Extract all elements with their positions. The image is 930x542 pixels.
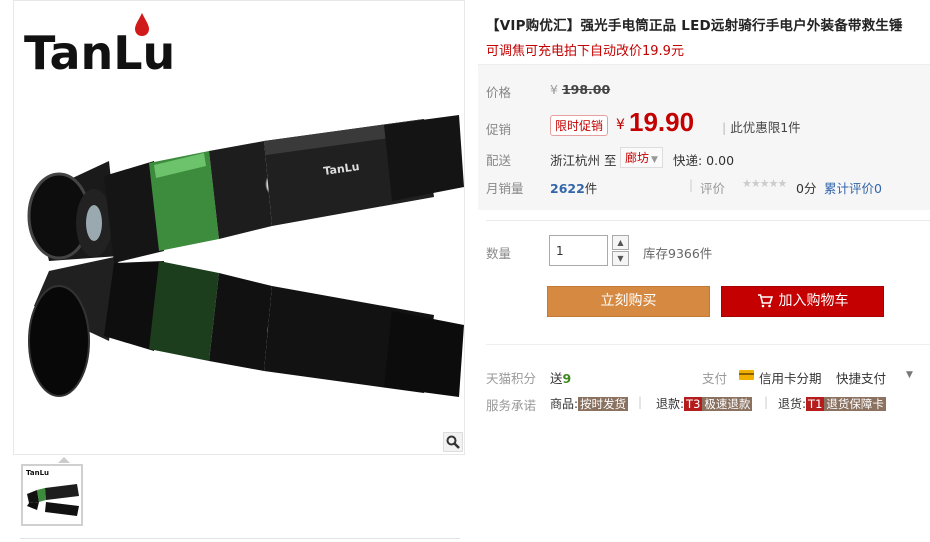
promo-price: 19.90 [629, 107, 695, 137]
destination-value: 廊坊 [625, 151, 650, 165]
buy-now-button[interactable]: 立刻购买 [547, 286, 710, 317]
points-value: 送9 [550, 368, 571, 387]
credit-installment-link[interactable]: 信用卡分期 [759, 368, 822, 387]
rating-count-label: 累计评价 [824, 181, 875, 196]
currency-symbol: ¥ [550, 82, 558, 97]
add-to-cart-button[interactable]: 加入购物车 [721, 286, 884, 317]
thumbnail-1[interactable]: TanLu [21, 464, 83, 526]
rating-stars: ★★★★★ [742, 177, 787, 190]
promo-limit-text: 此优惠限1件 [730, 120, 801, 135]
product-gallery: TanLu TanLu [13, 0, 465, 455]
product-info-panel: 【VIP购优汇】强光手电筒正品 LED远射骑行手电户外装备带救生锤 可调焦可充电… [478, 0, 930, 542]
monthly-sales: 2622件 [550, 178, 597, 197]
points-number: 9 [562, 371, 572, 386]
service-separator: | [638, 395, 643, 409]
chevron-down-icon: ▼ [651, 155, 658, 165]
service-code: T3 [684, 397, 703, 411]
product-subtitle: 可调焦可充电拍下自动改价19.9元 [486, 44, 684, 59]
add-to-cart-label: 加入购物车 [778, 293, 849, 309]
original-price-value: 198.00 [561, 82, 611, 97]
quantity-decrement-button[interactable]: ▼ [612, 251, 629, 266]
quick-pay-link[interactable]: 快捷支付 [836, 368, 886, 387]
payment-label: 支付 [702, 371, 728, 386]
ship-to-word: 至 [604, 153, 617, 168]
service-code: T1 [806, 397, 825, 411]
flame-icon [135, 13, 149, 36]
promo-badge: 限时促销 [550, 115, 609, 136]
destination-select[interactable]: 廊坊 ▼ [620, 147, 663, 168]
promo-currency-symbol: ¥ [616, 117, 625, 133]
quantity-input[interactable] [549, 235, 608, 266]
rating-value: 0分 [796, 181, 817, 196]
service-label: 服务承诺 [486, 398, 537, 413]
original-price: ¥198.00 [550, 82, 610, 97]
service-item-prefix: 退款: [656, 397, 685, 411]
ship-from: 浙江杭州 至 [550, 150, 617, 169]
payment-expand-icon[interactable]: ▼ [906, 370, 913, 380]
cart-icon [757, 294, 773, 308]
shipping-fee: 快递: 0.00 [673, 153, 735, 168]
stock-count: 库存9366件 [643, 246, 713, 261]
ship-from-city: 浙江杭州 [550, 153, 601, 168]
service-tag[interactable]: 极速退款 [702, 397, 753, 411]
rating-separator: | [689, 178, 694, 192]
sales-unit: 件 [584, 181, 598, 196]
credit-card-icon [739, 370, 754, 380]
thumbnail-strip: TanLu [13, 455, 465, 542]
quantity-increment-button[interactable]: ▲ [612, 235, 629, 250]
service-separator: | [764, 395, 769, 409]
service-item-shipping: 商品: 按时发货 [550, 395, 629, 412]
quantity-label: 数量 [486, 246, 512, 261]
points-label: 天猫积分 [486, 371, 537, 386]
points-give: 送 [550, 371, 563, 386]
magnifier-icon [446, 435, 460, 449]
shipping-label: 配送 [486, 153, 512, 168]
brand-logo: TanLu [24, 13, 175, 80]
zoom-button[interactable] [443, 432, 463, 452]
section-divider [486, 220, 930, 221]
promo-label: 促销 [486, 122, 512, 137]
chevron-up-icon: ▲ [617, 238, 624, 247]
brand-logo-text: TanLu [24, 26, 175, 80]
service-item-prefix: 退货: [778, 397, 807, 411]
price-label: 价格 [486, 85, 512, 100]
sales-label: 月销量 [486, 181, 524, 196]
service-item-return: 退货: T1 退货保障卡 [778, 395, 886, 412]
svg-text:TanLu: TanLu [26, 469, 49, 477]
rating-count: 0 [874, 181, 882, 196]
flashlight-illustration: TanLu [27, 115, 464, 397]
service-tag[interactable]: 按时发货 [578, 397, 629, 411]
service-tag[interactable]: 退货保障卡 [824, 397, 886, 411]
promo-limit: | 此优惠限1件 [722, 120, 801, 135]
thumbnail-pointer [58, 457, 70, 463]
chevron-down-icon: ▼ [617, 254, 624, 263]
rating-label: 评价 [700, 181, 726, 196]
rating-count-link[interactable]: 累计评价0 [824, 178, 882, 197]
product-title: 【VIP购优汇】强光手电筒正品 LED远射骑行手电户外装备带救生锤 [486, 18, 903, 34]
service-item-refund: 退款: T3 极速退款 [656, 395, 753, 412]
service-item-prefix: 商品: [550, 397, 579, 411]
thumbnail-image: TanLu [26, 469, 79, 516]
main-product-image[interactable]: TanLu TanLu [14, 1, 464, 454]
sales-count: 2622 [550, 181, 585, 196]
gallery-bottom-divider [20, 538, 460, 539]
section-divider-2 [486, 344, 930, 345]
